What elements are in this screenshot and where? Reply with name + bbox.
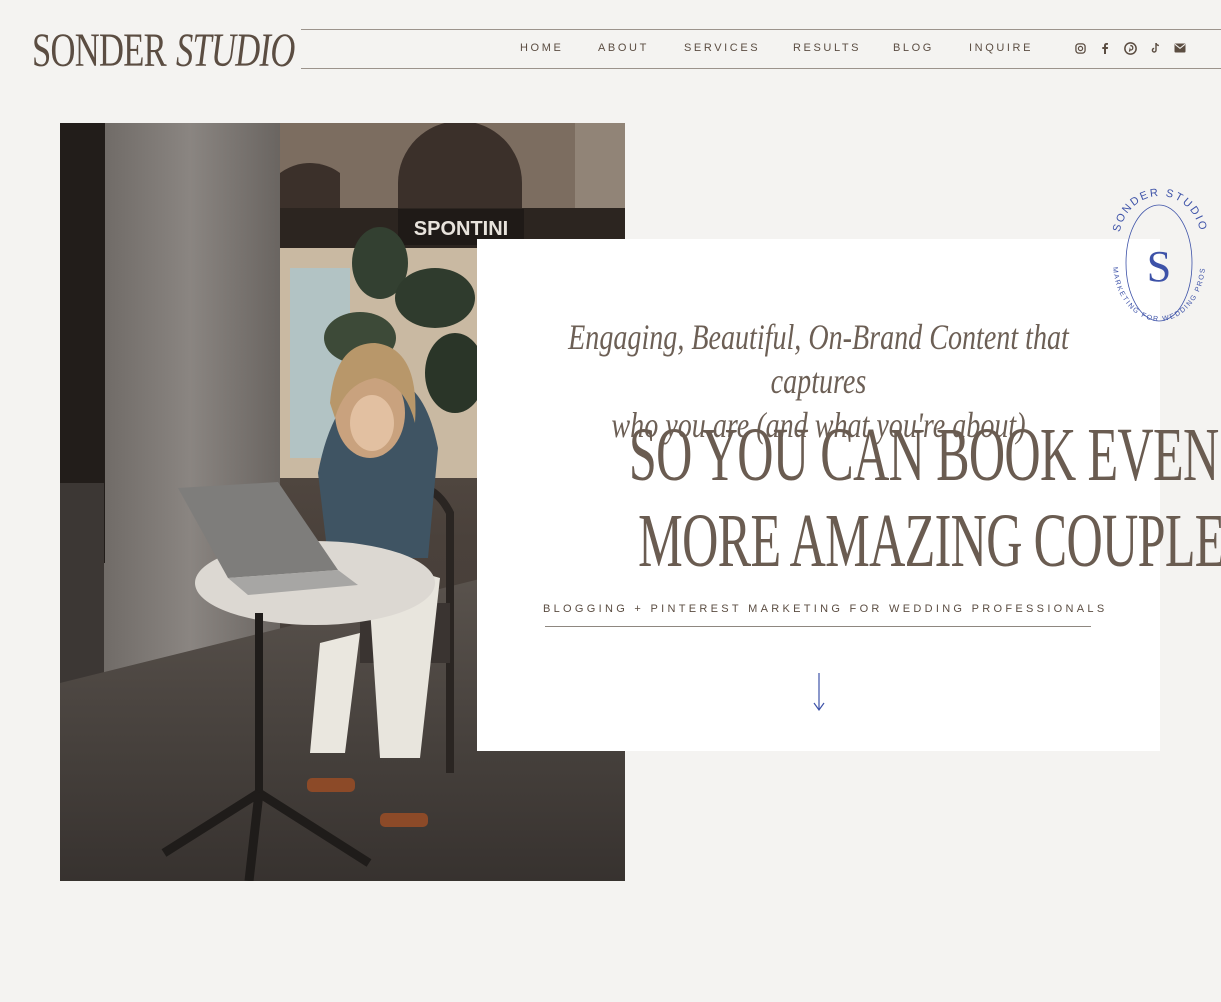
site-logo[interactable]: SONDER STUDIO: [32, 22, 341, 76]
hero-headline-line2: MORE AMAZING COUPLES.: [638, 499, 1221, 583]
nav-services[interactable]: SERVICES: [684, 42, 760, 54]
pinterest-icon[interactable]: [1123, 41, 1137, 55]
brand-badge: SONDER STUDIO MARKETING FOR WEDDING PROS…: [1111, 187, 1209, 323]
nav-results[interactable]: RESULTS: [793, 42, 861, 54]
instagram-icon[interactable]: [1073, 41, 1087, 55]
email-icon[interactable]: [1173, 41, 1187, 55]
nav-inquire[interactable]: INQUIRE: [969, 42, 1033, 54]
nav-about[interactable]: ABOUT: [598, 42, 649, 54]
nav-blog[interactable]: BLOG: [893, 42, 934, 54]
divider: [545, 626, 1091, 627]
logo-word-sonder: SONDER: [32, 24, 167, 77]
hero-headline-line1: SO YOU CAN BOOK EVEN: [628, 413, 1219, 497]
badge-top-text: SONDER STUDIO: [1111, 187, 1209, 234]
facebook-icon[interactable]: [1098, 41, 1112, 55]
tiktok-icon[interactable]: [1148, 41, 1162, 55]
nav-home[interactable]: HOME: [520, 42, 563, 54]
arrow-down-icon[interactable]: [811, 671, 827, 713]
top-navigation: HOME ABOUT SERVICES RESULTS BLOG INQUIRE: [301, 29, 1221, 69]
shop-sign-text: SPONTINI: [414, 218, 508, 240]
hero-card: Engaging, Beautiful, On-Brand Content th…: [477, 239, 1221, 751]
logo-word-studio: STUDIO: [176, 24, 295, 77]
hero-subtitle: BLOGGING + PINTEREST MARKETING FOR WEDDI…: [543, 603, 1108, 615]
hero-tagline-line1: Engaging, Beautiful, On-Brand Content th…: [568, 317, 1069, 401]
social-links: [1073, 41, 1187, 55]
badge-monogram: S: [1147, 242, 1171, 291]
